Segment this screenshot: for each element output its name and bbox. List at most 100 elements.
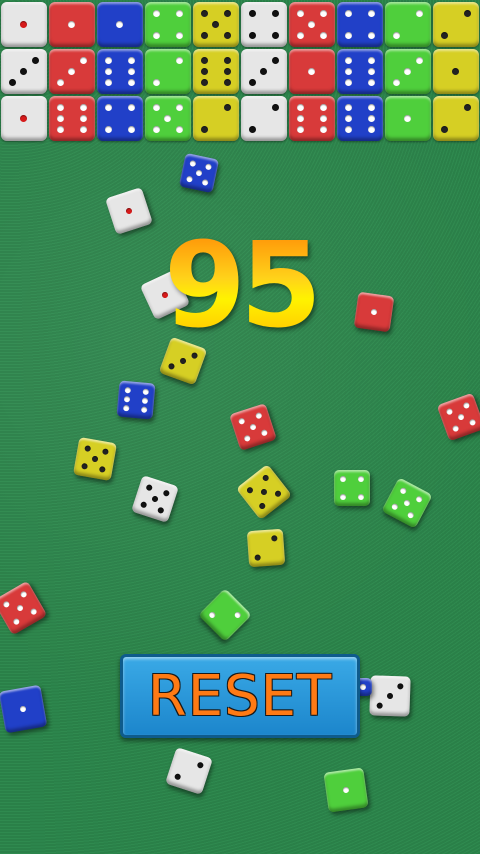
table-die[interactable] [381,477,433,529]
pip [271,104,279,111]
pip [68,21,76,28]
pip [415,57,423,64]
tray-die[interactable] [241,49,287,94]
tray-die[interactable] [289,96,335,141]
pip [201,178,209,187]
table-die[interactable] [72,436,118,482]
pip [249,79,257,86]
tray-die[interactable] [1,49,47,94]
tray-die[interactable] [1,96,47,141]
pip [164,115,172,122]
pip [124,395,131,403]
pip-grid [4,690,41,727]
pip-grid [79,443,111,475]
pip [20,115,28,122]
tray-die[interactable] [385,49,431,94]
tray-die[interactable] [433,96,479,141]
tray-die[interactable] [97,96,143,141]
tray-die[interactable] [241,96,287,141]
pip [308,21,316,28]
pip-grid [359,683,367,691]
reset-button[interactable]: RESET [120,654,360,738]
table-die[interactable] [334,470,370,506]
table-die[interactable] [178,152,220,194]
tray-die[interactable] [193,96,239,141]
tray-die[interactable] [433,49,479,94]
pip-grid [205,595,245,635]
tray-die[interactable] [337,2,383,47]
tray-die[interactable] [193,2,239,47]
pip [116,21,124,28]
pip [175,104,183,111]
pip-grid [103,102,137,135]
table-die[interactable] [131,475,179,523]
dice-tray [0,0,480,143]
pip [29,607,38,616]
tray-die[interactable] [289,2,335,47]
pip [376,702,383,709]
table-die[interactable] [116,380,156,420]
pip [212,21,220,28]
table-die[interactable] [198,588,252,642]
pip [243,434,251,443]
pip-grid [295,55,329,88]
pip [105,79,113,86]
pip [141,397,148,404]
tray-die[interactable] [49,49,95,94]
pip [142,388,149,396]
table-die[interactable] [369,675,411,717]
pip [223,104,231,111]
tray-die[interactable] [385,96,431,141]
table-die[interactable] [105,187,153,235]
pip-grid [391,8,425,41]
pip [254,554,262,561]
pip-grid [151,102,185,135]
pip-grid [151,8,185,41]
pip [367,104,375,111]
pip [153,32,161,39]
pip [357,476,364,483]
table-die[interactable] [323,767,369,813]
tray-die[interactable] [97,49,143,94]
tray-die[interactable] [337,96,383,141]
table-die[interactable] [0,580,48,636]
table-die[interactable] [436,392,480,442]
pip [79,57,87,64]
pip [124,387,132,394]
tray-die[interactable] [1,2,47,47]
pip [260,68,268,75]
pip [127,104,135,111]
table-die[interactable] [246,528,286,568]
pip-grid [151,55,185,88]
table-die[interactable] [229,403,277,451]
pip-grid [7,102,41,135]
tray-die[interactable] [385,2,431,47]
pip [12,617,21,626]
pip-grid [247,8,281,41]
tray-die[interactable] [145,96,191,141]
table-die[interactable] [353,291,395,333]
tray-die[interactable] [433,2,479,47]
pip [345,10,353,17]
tray-die[interactable] [337,49,383,94]
table-die[interactable] [165,747,213,795]
tray-die[interactable] [193,49,239,94]
tray-die[interactable] [49,2,95,47]
tray-die[interactable] [49,96,95,141]
pip [127,79,135,86]
pip [397,683,404,690]
pip [297,10,305,17]
pip [151,495,159,503]
pip-grid [295,8,329,41]
table-die[interactable] [0,684,48,734]
pip [204,163,213,171]
tray-die[interactable] [145,49,191,94]
pip-grid [339,475,365,501]
table-die[interactable] [235,463,293,521]
tray-die[interactable] [241,2,287,47]
tray-die[interactable] [97,2,143,47]
pip-grid [439,102,473,135]
tray-die[interactable] [145,2,191,47]
tray-die[interactable] [289,49,335,94]
pip [249,32,257,39]
